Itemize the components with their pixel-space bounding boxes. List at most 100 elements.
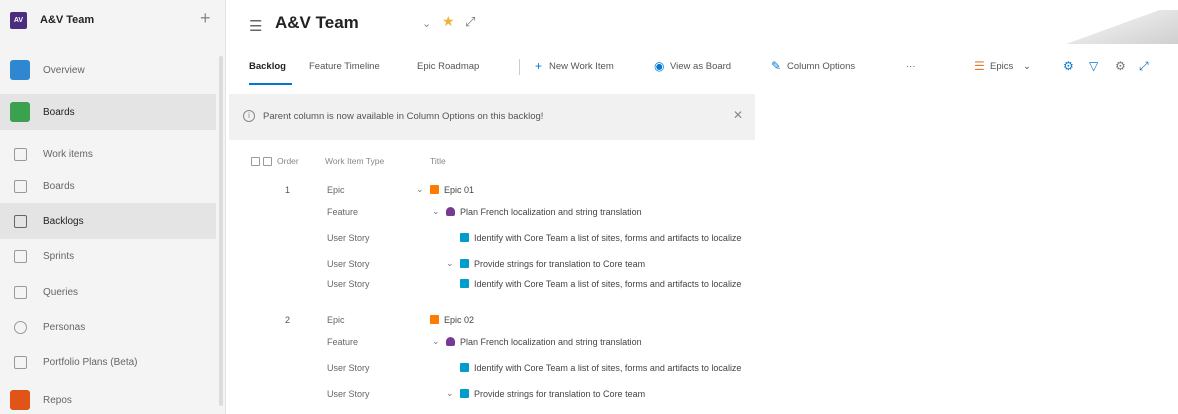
pencil-icon[interactable]: ✎ [771, 59, 781, 73]
table-row[interactable]: 1 Epic ⌄ Epic 01 [227, 180, 1178, 202]
epic-icon [430, 185, 439, 194]
sidebar-item-label: Backlogs [43, 215, 84, 227]
active-tab-indicator [249, 83, 292, 85]
row-type: User Story [327, 389, 370, 399]
backlog-level-icon: ☰ [974, 59, 985, 73]
tab-feature-timeline[interactable]: Feature Timeline [309, 61, 380, 72]
table-row[interactable]: User Story Identify with Core Team a list… [227, 228, 1178, 250]
main-content: ☰ A&V Team ⌄ ★ ⤢ Backlog Feature Timelin… [227, 0, 1178, 414]
row-title[interactable]: Epic 02 [444, 315, 474, 325]
table-row[interactable]: User Story ⌄ Provide strings for translati… [227, 384, 1178, 406]
row-title[interactable]: Provide strings for translation to Core … [474, 389, 645, 399]
board-view-icon[interactable]: ◉ [654, 59, 664, 73]
sidebar-item-label: Personas [43, 321, 86, 333]
settings-icon[interactable]: ⚙ [1063, 59, 1074, 73]
row-order: 1 [285, 185, 291, 195]
toolbar-divider [519, 59, 520, 75]
column-header-order[interactable]: Order [277, 156, 299, 166]
queries-icon [14, 285, 27, 299]
chevron-down-icon[interactable]: ⌄ [416, 184, 424, 195]
project-header[interactable]: AV A&V Team + [0, 0, 226, 46]
boards-icon [14, 179, 27, 193]
row-type: User Story [327, 233, 370, 243]
chevron-down-icon[interactable]: ⌄ [446, 388, 454, 399]
row-title[interactable]: Epic 01 [444, 185, 474, 195]
overview-icon [10, 60, 30, 80]
sidebar-item-boards[interactable]: Boards [0, 168, 216, 204]
plus-icon[interactable]: + [535, 59, 542, 73]
row-type: User Story [327, 279, 370, 289]
project-avatar: AV [10, 12, 27, 29]
tab-epic-roadmap[interactable]: Epic Roadmap [417, 61, 479, 72]
sidebar-item-label: Sprints [43, 250, 75, 262]
chevron-down-icon[interactable]: ⌄ [1023, 61, 1031, 72]
story-icon [460, 363, 469, 372]
view-as-board-button[interactable]: View as Board [670, 61, 731, 72]
sidebar-item-overview[interactable]: Overview [0, 52, 216, 88]
table-row[interactable]: User Story ⌄ Provide strings for translati… [227, 254, 1178, 276]
row-type: User Story [327, 363, 370, 373]
sidebar-item-label: Boards [43, 180, 75, 192]
row-title[interactable]: Plan French localization and string tran… [460, 337, 642, 347]
expand-all-checkbox[interactable] [251, 157, 260, 166]
column-header-title[interactable]: Title [430, 156, 446, 166]
sidebar-item-backlogs[interactable]: Backlogs [0, 203, 216, 239]
gear-icon[interactable]: ⚙ [1115, 59, 1126, 73]
row-title[interactable]: Provide strings for translation to Core … [474, 259, 645, 269]
sidebar-item-queries[interactable]: Queries [0, 274, 216, 310]
star-icon[interactable]: ★ [442, 13, 455, 30]
sidebar: AV A&V Team + Overview Boards Work items… [0, 0, 226, 414]
tab-bar: Backlog Feature Timeline Epic Roadmap + … [227, 56, 1178, 85]
chevron-down-icon[interactable]: ⌄ [446, 258, 454, 269]
backlogs-icon [14, 214, 27, 228]
row-title[interactable]: Identify with Core Team a list of sites,… [474, 363, 741, 373]
expand-icon[interactable]: ⤢ [1139, 59, 1149, 74]
sidebar-item-work-items[interactable]: Work items [0, 136, 216, 172]
link-icon[interactable]: ⤢ [465, 14, 475, 30]
new-work-item-button[interactable]: New Work Item [549, 61, 614, 72]
more-options-button[interactable]: ··· [906, 61, 916, 72]
sidebar-item-boards-hub[interactable]: Boards [0, 94, 216, 130]
feature-icon [446, 207, 455, 216]
sidebar-item-portfolio-plans[interactable]: Portfolio Plans (Beta) [0, 344, 216, 380]
work-items-icon [14, 147, 27, 161]
collapse-all-checkbox[interactable] [263, 157, 272, 166]
sidebar-item-label: Overview [43, 64, 85, 76]
backlog-level-select[interactable]: Epics [990, 61, 1013, 72]
filter-icon[interactable]: ▽ [1089, 59, 1098, 73]
row-type: Feature [327, 207, 359, 217]
story-icon [460, 279, 469, 288]
add-icon[interactable]: + [200, 8, 211, 29]
page-title: A&V Team [275, 13, 359, 32]
column-options-button[interactable]: Column Options [787, 61, 855, 72]
tab-backlog[interactable]: Backlog [249, 61, 286, 72]
row-type: Feature [327, 337, 359, 347]
story-icon [460, 389, 469, 398]
chevron-down-icon[interactable]: ⌄ [432, 336, 440, 347]
chevron-down-icon[interactable]: ⌄ [432, 206, 440, 217]
feature-icon [446, 337, 455, 346]
sidebar-item-sprints[interactable]: Sprints [0, 238, 216, 274]
project-name[interactable]: A&V Team [40, 14, 94, 26]
sidebar-item-personas[interactable]: Personas [0, 309, 216, 345]
sidebar-scrollbar[interactable] [219, 56, 223, 406]
boards-hub-icon [10, 102, 30, 122]
info-icon: i [243, 110, 255, 122]
row-title[interactable]: Identify with Core Team a list of sites,… [474, 233, 741, 243]
table-row[interactable]: Feature ⌄ Plan French localization and str… [227, 202, 1178, 224]
portfolio-plans-icon [14, 355, 27, 369]
row-title[interactable]: Plan French localization and string tran… [460, 207, 642, 217]
sidebar-item-label: Portfolio Plans (Beta) [43, 356, 138, 368]
table-row[interactable]: User Story Identify with Core Team a list… [227, 274, 1178, 296]
table-row[interactable]: User Story Identify with Core Team a list… [227, 358, 1178, 380]
row-title[interactable]: Identify with Core Team a list of sites,… [474, 279, 741, 289]
banner-message: Parent column is now available in Column… [263, 111, 544, 122]
table-row[interactable]: Feature ⌄ Plan French localization and str… [227, 332, 1178, 354]
table-row[interactable]: 2 Epic Epic 02 [227, 310, 1178, 332]
backlog-icon: ☰ [249, 18, 263, 35]
sidebar-item-label: Boards [43, 106, 75, 118]
column-header-type[interactable]: Work Item Type [325, 156, 384, 166]
chevron-down-icon[interactable]: ⌄ [422, 17, 431, 30]
close-icon[interactable]: ✕ [733, 108, 743, 122]
sidebar-item-repos[interactable]: Repos [0, 382, 216, 414]
